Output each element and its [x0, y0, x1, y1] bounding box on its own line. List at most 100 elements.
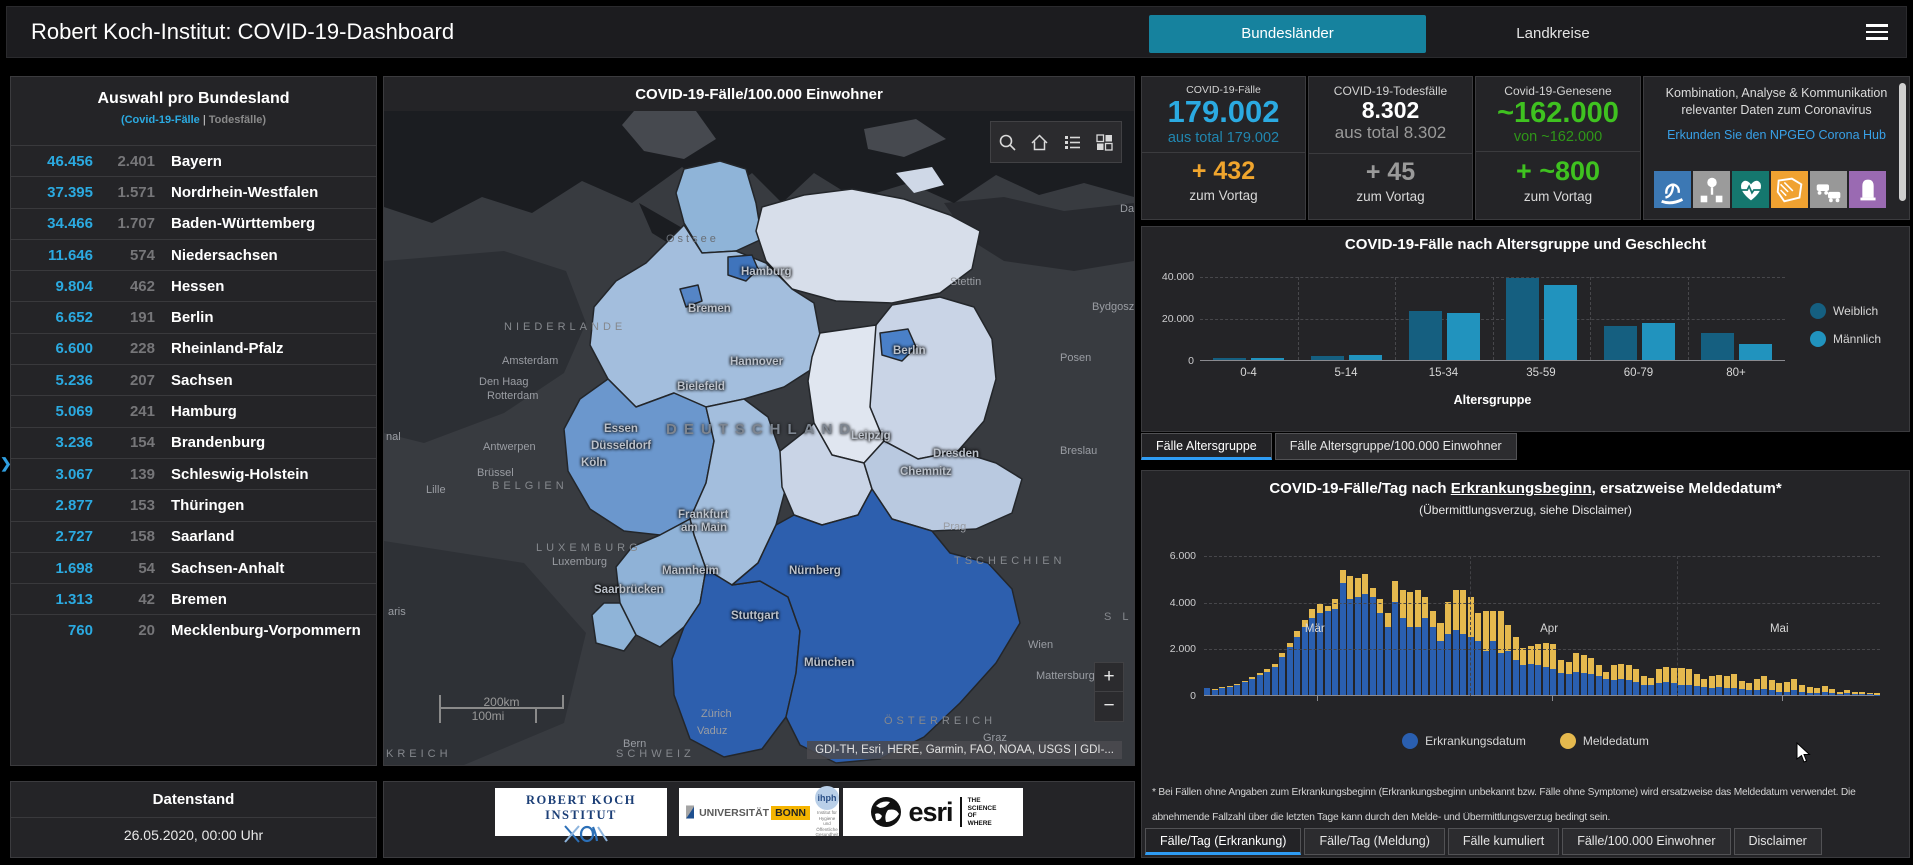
daily-stacked-bar[interactable]: [1738, 681, 1745, 695]
daily-stacked-bar[interactable]: [1806, 686, 1813, 695]
daily-stacked-bar[interactable]: [1347, 576, 1354, 695]
bar-maennlich[interactable]: [1349, 355, 1383, 360]
daily-stacked-bar[interactable]: [1286, 642, 1293, 695]
daily-stacked-bar[interactable]: [1332, 599, 1339, 695]
zoom-in-button[interactable]: +: [1095, 663, 1123, 692]
daily-stacked-bar[interactable]: [1693, 674, 1700, 695]
daily-stacked-bar[interactable]: [1482, 611, 1489, 695]
daily-stacked-bar[interactable]: [1791, 678, 1798, 695]
bundesland-row[interactable]: 5.069 241 Hamburg: [11, 395, 376, 426]
bundesland-row[interactable]: 2.727 158 Saarland: [11, 520, 376, 552]
bar-weiblich[interactable]: [1213, 358, 1247, 360]
zoom-out-button[interactable]: −: [1095, 692, 1123, 721]
daily-stacked-bar[interactable]: [1851, 691, 1858, 695]
expand-panel-chevron[interactable]: ❯: [0, 455, 12, 472]
tab-bundeslaender[interactable]: Bundesländer: [1149, 15, 1426, 53]
bar-maennlich[interactable]: [1641, 322, 1675, 360]
bundesland-row[interactable]: 6.652 191 Berlin: [11, 301, 376, 332]
daily-stacked-bar[interactable]: [1249, 676, 1256, 695]
daily-stacked-bar[interactable]: [1407, 592, 1414, 695]
daily-stacked-bar[interactable]: [1527, 646, 1534, 695]
esri-logo[interactable]: esri THE SCIENCE OF WHERE: [843, 788, 1023, 836]
legend-list-icon[interactable]: [1063, 133, 1082, 152]
bundesland-row[interactable]: 1.313 42 Bremen: [11, 583, 376, 614]
daily-stacked-bar[interactable]: [1708, 676, 1715, 695]
daily-stacked-bar[interactable]: [1821, 685, 1828, 695]
daily-stacked-bar[interactable]: [1399, 590, 1406, 695]
bar-maennlich[interactable]: [1251, 357, 1285, 360]
daily-stacked-bar[interactable]: [1377, 599, 1384, 695]
bundesland-row[interactable]: 46.456 2.401 Bayern: [11, 145, 376, 176]
daily-stacked-bar[interactable]: [1211, 688, 1218, 695]
bar-weiblich[interactable]: [1701, 332, 1735, 360]
bundesland-row[interactable]: 3.067 139 Schleswig-Holstein: [11, 457, 376, 489]
daily-stacked-bar[interactable]: [1603, 671, 1610, 695]
daily-stacked-bar[interactable]: [1829, 689, 1836, 695]
location-pins-icon[interactable]: [1693, 171, 1730, 208]
daily-stacked-bar[interactable]: [1550, 643, 1557, 695]
daily-stacked-bar[interactable]: [1542, 642, 1549, 695]
daily-stacked-bar[interactable]: [1309, 608, 1316, 695]
bell-icon[interactable]: [1849, 171, 1886, 208]
bundesland-row[interactable]: 5.236 207 Sachsen: [11, 364, 376, 395]
daily-stacked-bar[interactable]: [1414, 590, 1421, 695]
tab-daily-4[interactable]: Disclaimer: [1733, 828, 1822, 855]
daily-stacked-bar[interactable]: [1392, 580, 1399, 695]
bar-maennlich[interactable]: [1544, 285, 1578, 360]
daily-stacked-bar[interactable]: [1655, 669, 1662, 695]
bundesland-row[interactable]: 9.804 462 Hessen: [11, 270, 376, 301]
menu-hamburger-icon[interactable]: [1866, 24, 1888, 42]
bundesland-row[interactable]: 34.466 1.707 Baden-Württemberg: [11, 207, 376, 239]
rki-logo[interactable]: ROBERT KOCH INSTITUT: [495, 788, 667, 843]
daily-stacked-bar[interactable]: [1204, 687, 1211, 695]
daily-stacked-bar[interactable]: [1490, 611, 1497, 695]
daily-stacked-bar[interactable]: [1460, 590, 1467, 695]
daily-stacked-bar[interactable]: [1497, 611, 1504, 695]
bundesland-row[interactable]: 1.698 54 Sachsen-Anhalt: [11, 551, 376, 583]
daily-stacked-bar[interactable]: [1512, 636, 1519, 695]
daily-stacked-bar[interactable]: [1234, 684, 1241, 695]
search-icon[interactable]: [998, 133, 1017, 152]
map-area-icon[interactable]: [1771, 171, 1808, 208]
health-heart-icon[interactable]: [1732, 171, 1769, 208]
daily-stacked-bar[interactable]: [1580, 655, 1587, 695]
bar-weiblich[interactable]: [1311, 355, 1345, 360]
daily-stacked-bar[interactable]: [1836, 691, 1843, 695]
daily-stacked-bar[interactable]: [1362, 573, 1369, 695]
daily-stacked-bar[interactable]: [1663, 667, 1670, 695]
daily-stacked-bar[interactable]: [1746, 683, 1753, 695]
daily-stacked-bar[interactable]: [1859, 692, 1866, 695]
daily-stacked-bar[interactable]: [1731, 674, 1738, 695]
home-icon[interactable]: [1030, 133, 1049, 152]
daily-stacked-bar[interactable]: [1422, 597, 1429, 695]
daily-stacked-bar[interactable]: [1294, 630, 1301, 695]
daily-stacked-bar[interactable]: [1241, 680, 1248, 695]
bundesland-row[interactable]: 11.646 574 Niedersachsen: [11, 238, 376, 270]
daily-stacked-bar[interactable]: [1384, 613, 1391, 695]
bundesland-row[interactable]: 3.236 154 Brandenburg: [11, 426, 376, 458]
tab-landkreise[interactable]: Landkreise: [1428, 15, 1678, 53]
daily-stacked-bar[interactable]: [1701, 678, 1708, 695]
daily-stacked-bar[interactable]: [1798, 684, 1805, 695]
daily-stacked-bar[interactable]: [1226, 685, 1233, 695]
bundesland-row[interactable]: 760 20 Mecklenburg-Vorpommern: [11, 614, 376, 645]
daily-stacked-bar[interactable]: [1633, 669, 1640, 695]
daily-stacked-bar[interactable]: [1648, 677, 1655, 695]
daily-stacked-bar[interactable]: [1678, 668, 1685, 695]
daily-stacked-bar[interactable]: [1625, 664, 1632, 695]
daily-stacked-bar[interactable]: [1557, 660, 1564, 695]
bundesland-row[interactable]: 37.395 1.571 Nordrhein-Westfalen: [11, 176, 376, 207]
tab-daily-1[interactable]: Fälle/Tag (Meldung): [1304, 828, 1445, 855]
daily-stacked-bar[interactable]: [1354, 578, 1361, 695]
daily-stacked-bar[interactable]: [1369, 587, 1376, 695]
bundesland-row[interactable]: 2.877 153 Thüringen: [11, 489, 376, 520]
daily-stacked-bar[interactable]: [1776, 683, 1783, 695]
traffic-cars-icon[interactable]: [1810, 171, 1847, 208]
daily-stacked-bar[interactable]: [1437, 622, 1444, 695]
daily-stacked-bar[interactable]: [1588, 657, 1595, 695]
daily-stacked-bar[interactable]: [1723, 676, 1730, 695]
daily-stacked-bar[interactable]: [1256, 672, 1263, 695]
npgeo-hub-link[interactable]: Erkunden Sie den NPGEO Corona Hub: [1644, 128, 1909, 142]
daily-stacked-bar[interactable]: [1595, 664, 1602, 695]
bar-maennlich[interactable]: [1739, 343, 1773, 360]
